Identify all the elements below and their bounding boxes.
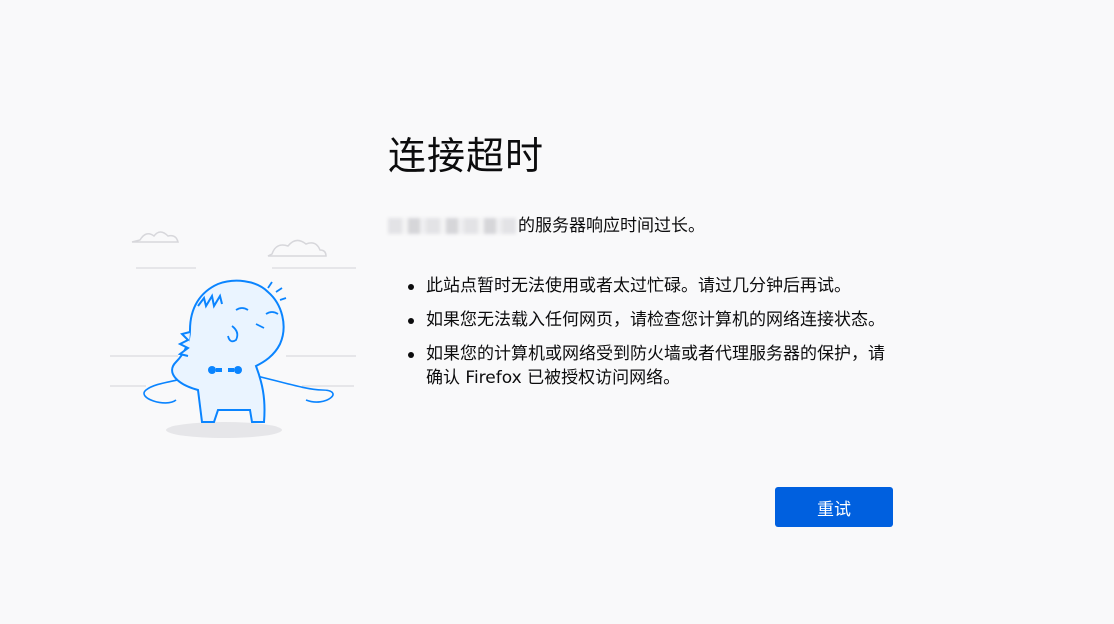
page-title: 连接超时	[388, 134, 545, 178]
error-page: 连接超时 的服务器响应时间过长。 此站点暂时无法使用或者太过忙碌。请过几分钟后再…	[0, 0, 1114, 624]
cloud-icon	[131, 231, 327, 257]
list-item: 如果您无法载入任何网页，请检查您计算机的网络连接状态。	[408, 308, 901, 332]
list-item: 此站点暂时无法使用或者太过忙碌。请过几分钟后再试。	[408, 274, 901, 298]
error-content: 连接超时 的服务器响应时间过长。 此站点暂时无法使用或者太过忙碌。请过几分钟后再…	[388, 130, 898, 400]
redacted-hostname	[388, 218, 516, 234]
error-description: 的服务器响应时间过长。	[388, 214, 898, 238]
reason-list: 此站点暂时无法使用或者太过忙碌。请过几分钟后再试。 如果您无法载入任何网页，请检…	[388, 274, 898, 390]
error-description-text: 的服务器响应时间过长。	[518, 216, 705, 236]
dinosaur-body-icon	[171, 279, 285, 423]
unplugged-dinosaur-illustration	[110, 231, 356, 438]
shadow-icon	[166, 422, 282, 438]
retry-button[interactable]: 重试	[775, 487, 893, 527]
list-item: 如果您的计算机或网络受到防火墙或者代理服务器的保护，请确认 Firefox 已被…	[408, 342, 901, 390]
